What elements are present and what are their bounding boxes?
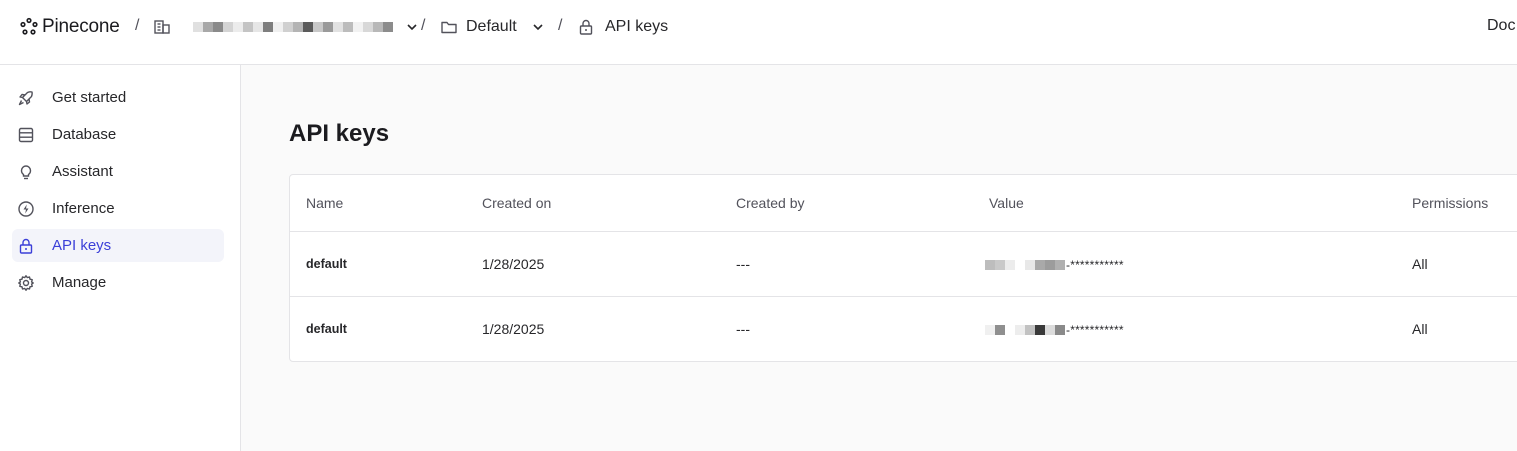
key-value-suffix: -*********** (1066, 258, 1124, 272)
lock-icon (579, 19, 593, 35)
pinecone-logo-icon (20, 17, 38, 35)
column-header-value[interactable]: Value (989, 195, 1024, 211)
gear-icon (18, 275, 34, 291)
key-permissions: All (1412, 321, 1428, 337)
redacted-organization-name (193, 22, 393, 32)
sidebar-item-label: Get started (52, 89, 127, 106)
top-bar: Pinecone / / Default / API keys Doc (0, 0, 1517, 65)
key-created-on: 1/28/2025 (482, 256, 545, 272)
key-created-by: --- (736, 321, 750, 337)
breadcrumb-separator: / (421, 17, 426, 34)
brand-name: Pinecone (42, 16, 120, 37)
docs-link[interactable]: Doc (1487, 17, 1515, 35)
sidebar-item-label: Manage (52, 274, 107, 291)
table-row[interactable]: default 1/28/2025 --- -*********** All (290, 232, 1517, 297)
rocket-icon (18, 91, 33, 106)
column-header-created-on[interactable]: Created on (482, 195, 551, 211)
breadcrumb-current-label: API keys (605, 18, 669, 35)
sidebar-item-api-keys[interactable]: API keys (12, 229, 224, 262)
column-header-name[interactable]: Name (306, 195, 343, 211)
sidebar-item-label: API keys (52, 237, 112, 254)
main-content: API keys Name Created on Created by Valu… (241, 65, 1517, 451)
building-icon (154, 20, 170, 34)
bolt-icon (18, 201, 34, 217)
lightbulb-icon (20, 165, 32, 180)
breadcrumb-separator: / (558, 17, 563, 34)
database-icon (18, 127, 34, 143)
breadcrumb-project-label: Default (466, 18, 517, 35)
sidebar-item-assistant[interactable]: Assistant (12, 155, 224, 188)
key-permissions: All (1412, 256, 1428, 272)
key-value-suffix: -*********** (1066, 323, 1124, 337)
breadcrumb-current-page: API keys (577, 16, 668, 38)
table-header: Name Created on Created by Value Permiss… (290, 175, 1517, 232)
sidebar-item-label: Inference (52, 200, 115, 217)
api-keys-table: Name Created on Created by Value Permiss… (289, 174, 1517, 362)
sidebar-item-label: Database (52, 126, 117, 143)
column-header-created-by[interactable]: Created by (736, 195, 804, 211)
sidebar: Get started Database Assistant Inference (0, 65, 241, 451)
lock-icon (19, 238, 33, 254)
folder-icon (441, 21, 457, 34)
sidebar-item-label: Assistant (52, 163, 113, 180)
page-title: API keys (289, 120, 390, 147)
column-header-permissions[interactable]: Permissions (1412, 195, 1488, 211)
key-value-masked[interactable]: -*********** (985, 258, 1124, 272)
breadcrumb-project[interactable]: Default (440, 16, 545, 38)
breadcrumb-organization[interactable] (153, 16, 419, 38)
sidebar-item-get-started[interactable]: Get started (12, 81, 224, 114)
chevron-down-icon (533, 24, 543, 31)
sidebar-item-database[interactable]: Database (12, 118, 224, 151)
chevron-down-icon (407, 24, 417, 31)
key-name: default (306, 322, 347, 336)
key-created-on: 1/28/2025 (482, 321, 545, 337)
sidebar-item-manage[interactable]: Manage (12, 266, 224, 299)
key-name: default (306, 257, 347, 271)
key-created-by: --- (736, 256, 750, 272)
table-row[interactable]: default 1/28/2025 --- -*********** All (290, 297, 1517, 362)
key-value-masked[interactable]: -*********** (985, 323, 1124, 337)
sidebar-item-inference[interactable]: Inference (12, 192, 224, 225)
pinecone-logo[interactable]: Pinecone (19, 15, 120, 39)
breadcrumb-separator: / (135, 17, 140, 34)
